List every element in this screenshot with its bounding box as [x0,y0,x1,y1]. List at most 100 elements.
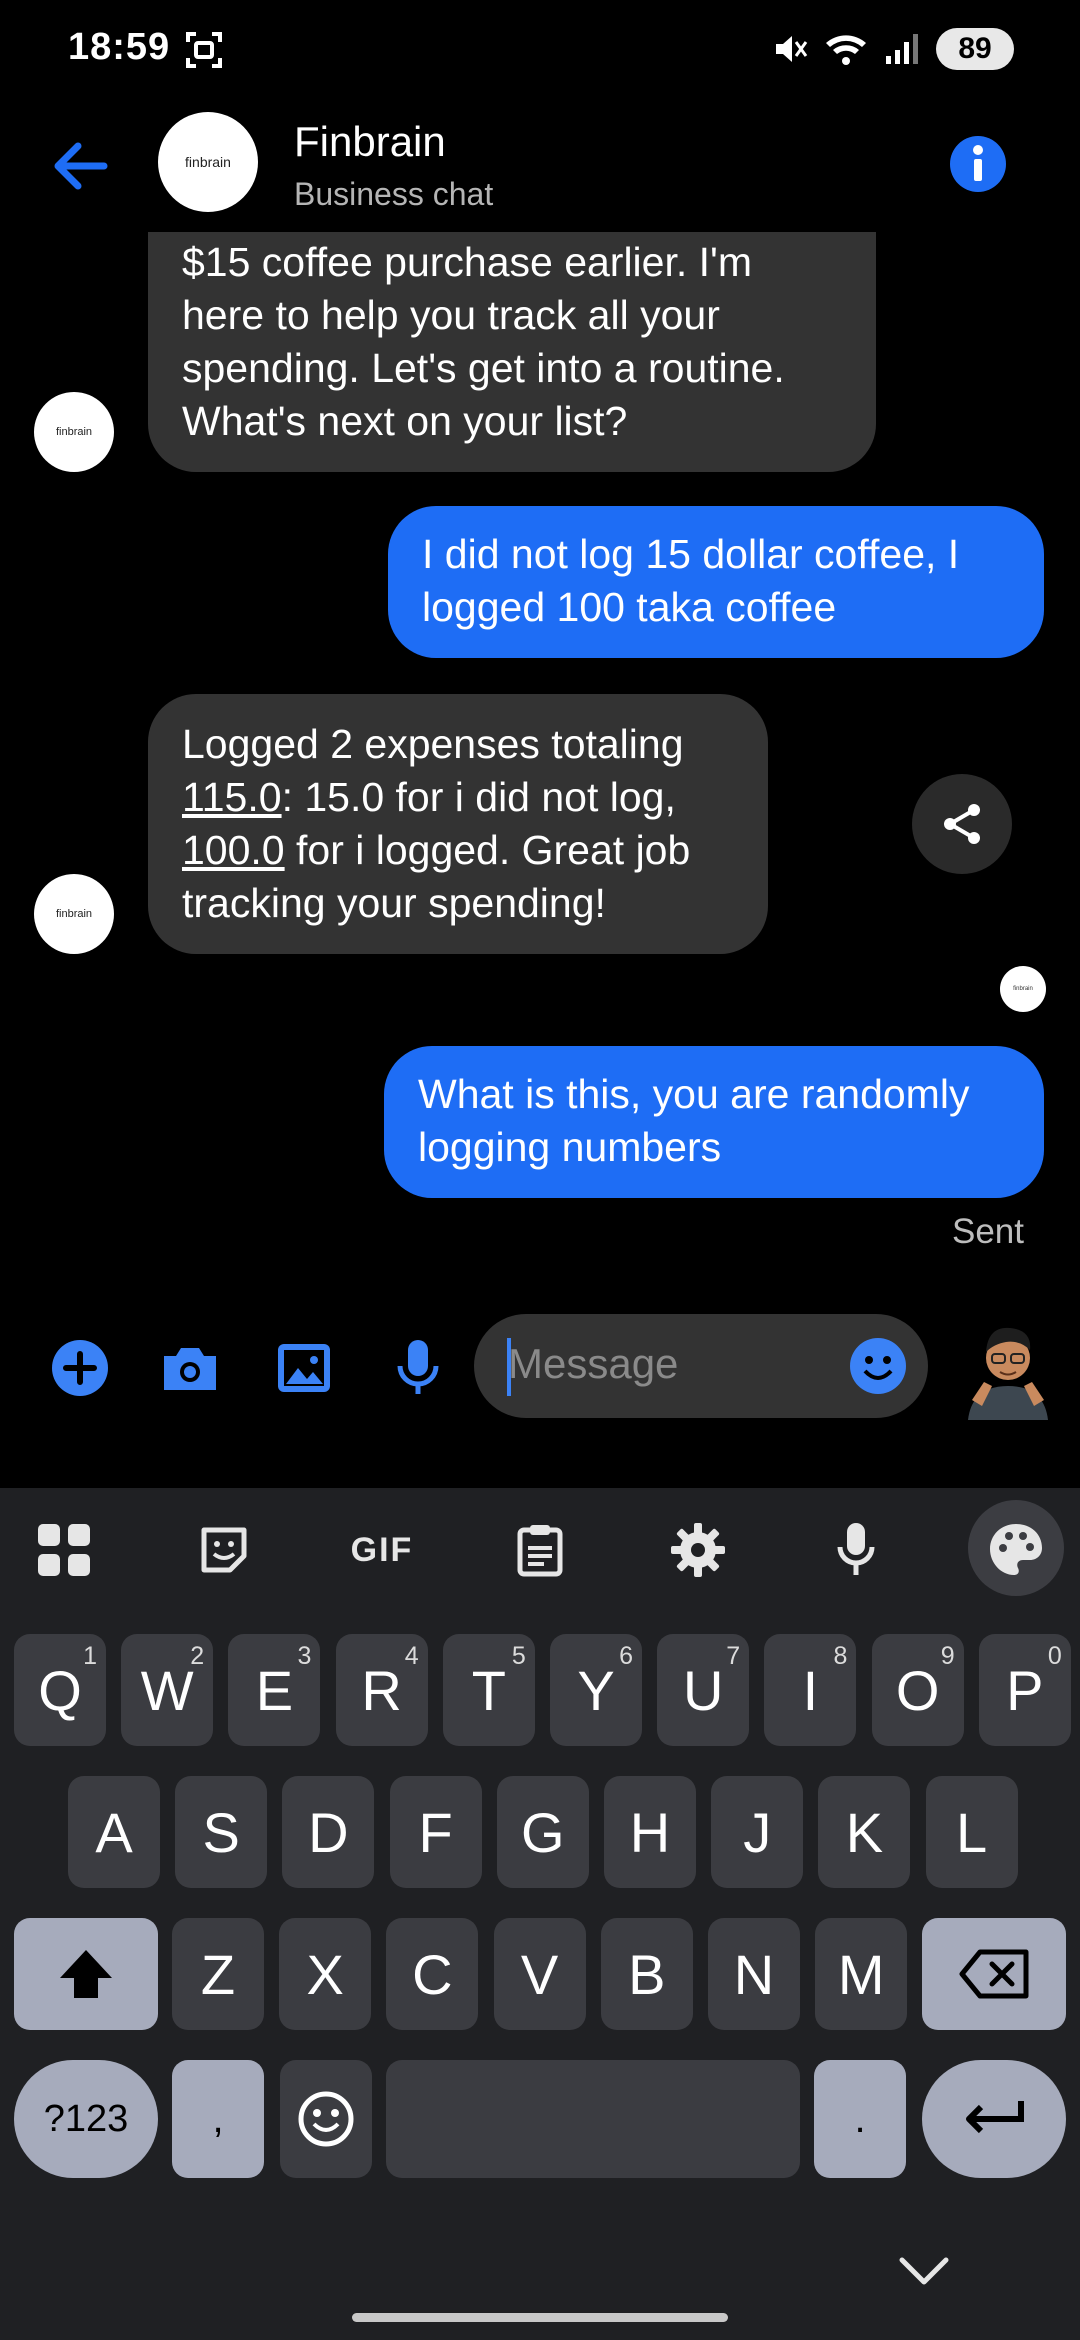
key-k[interactable]: K [818,1776,911,1888]
key-label: L [956,1800,988,1864]
enter-key[interactable] [922,2060,1066,2178]
message-text: $15 coffee purchase earlier. I'm here to… [182,239,785,444]
key-label: W [140,1658,194,1722]
apps-grid-icon[interactable] [32,1518,96,1582]
key-label: B [628,1942,666,2006]
key-p[interactable]: P0 [978,1634,1071,1746]
key-hint: 8 [833,1642,848,1670]
home-indicator[interactable] [352,2313,728,2322]
battery-indicator: 89 [936,28,1014,70]
key-y[interactable]: Y6 [550,1634,642,1746]
key-v[interactable]: V [493,1918,586,2030]
emoji-key[interactable] [280,2060,372,2178]
clipboard-icon[interactable] [508,1518,572,1582]
key-label: K [845,1800,884,1864]
key-hint: 9 [940,1642,955,1670]
key-m[interactable]: M [815,1918,908,2030]
key-h[interactable]: H [604,1776,696,1888]
chat-title[interactable]: Finbrain [294,118,446,166]
gif-button[interactable]: GIF [344,1518,420,1582]
key-o[interactable]: O9 [871,1634,964,1746]
settings-gear-icon[interactable] [666,1518,730,1582]
key-z[interactable]: Z [172,1918,264,2030]
key-hint: 2 [190,1642,205,1670]
key-q[interactable]: Q1 [14,1634,106,1746]
key-label: O [895,1658,940,1722]
microphone-icon[interactable] [386,1336,450,1400]
space-key[interactable] [386,2060,800,2178]
symbols-key[interactable]: ?123 [14,2060,158,2178]
key-t[interactable]: T5 [442,1634,535,1746]
palette-icon[interactable] [984,1518,1048,1582]
key-e[interactable]: E3 [228,1634,321,1746]
key-label: P [1006,1658,1044,1722]
battery-level: 89 [958,32,992,65]
key-j[interactable]: J [711,1776,804,1888]
gallery-icon[interactable] [272,1336,336,1400]
message-placeholder: Message [508,1340,679,1387]
message-bubble-incoming[interactable]: $15 coffee purchase earlier. I'm here to… [148,232,876,472]
message-text: I did not log 15 dollar coffee, I logged… [422,531,960,630]
voice-input-icon[interactable] [824,1518,888,1582]
amount-link[interactable]: 115.0 [182,774,282,820]
key-d[interactable]: D [282,1776,375,1888]
keyboard [0,1488,1080,2340]
contact-avatar[interactable]: finbrain [158,112,258,212]
shift-icon [60,1950,112,1998]
message-text-part: : 15.0 for i did not log, [281,774,676,820]
comma-key[interactable]: , [172,2060,264,2178]
key-i[interactable]: I8 [764,1634,857,1746]
key-r[interactable]: R4 [335,1634,428,1746]
screenshot-icon [184,30,224,70]
enter-icon [966,2101,1024,2134]
key-label: U [682,1658,724,1722]
key-c[interactable]: C [386,1918,479,2030]
back-arrow-icon[interactable] [44,130,116,202]
key-label: Q [38,1658,82,1722]
read-receipt-avatar: finbrain [1000,966,1046,1012]
backspace-icon [959,1949,1029,1999]
period-key[interactable]: . [814,2060,906,2178]
key-a[interactable]: A [68,1776,160,1888]
key-label: E [255,1658,294,1722]
key-w[interactable]: W2 [121,1634,214,1746]
signal-icon [886,34,918,64]
key-label: N [733,1942,775,2006]
key-l[interactable]: L [925,1776,1018,1888]
share-button[interactable] [912,774,1012,874]
sender-avatar[interactable]: finbrain [34,392,114,472]
key-x[interactable]: X [279,1918,372,2030]
key-label: V [520,1942,559,2006]
key-label: H [629,1800,671,1864]
key-u[interactable]: U7 [657,1634,750,1746]
amount-link[interactable]: 100.0 [182,827,285,873]
info-icon[interactable] [948,134,1008,194]
key-label: Y [577,1658,615,1722]
sticker-icon[interactable] [192,1518,256,1582]
memoji-sticker-icon[interactable] [958,1316,1058,1420]
key-hint: 4 [404,1642,419,1670]
add-icon[interactable] [48,1336,112,1400]
shift-key[interactable] [14,1918,158,2030]
sender-avatar[interactable]: finbrain [34,874,114,954]
key-label: C [412,1942,453,2006]
key-hint: 5 [511,1642,526,1670]
key-n[interactable]: N [708,1918,800,2030]
message-bubble-outgoing[interactable]: I did not log 15 dollar coffee, I logged… [388,506,1044,658]
message-bubble-outgoing[interactable]: What is this, you are randomly logging n… [384,1046,1044,1198]
symbols-label: ?123 [43,2097,129,2140]
key-b[interactable]: B [600,1918,693,2030]
emoji-icon[interactable] [848,1336,908,1396]
camera-icon[interactable] [158,1336,222,1400]
gif-label: GIF [350,1530,414,1569]
key-f[interactable]: F [389,1776,482,1888]
hide-keyboard-chevron-icon[interactable] [896,2250,952,2290]
key-s[interactable]: S [175,1776,268,1888]
status-icons: 89 [770,28,1014,70]
backspace-key[interactable] [922,1918,1066,2030]
key-hint: 0 [1047,1642,1062,1670]
key-g[interactable]: G [496,1776,589,1888]
message-bubble-incoming[interactable]: Logged 2 expenses totaling 115.0: 15.0 f… [148,694,768,954]
key-label: S [202,1800,240,1864]
chat-subtitle: Business chat [294,176,494,212]
